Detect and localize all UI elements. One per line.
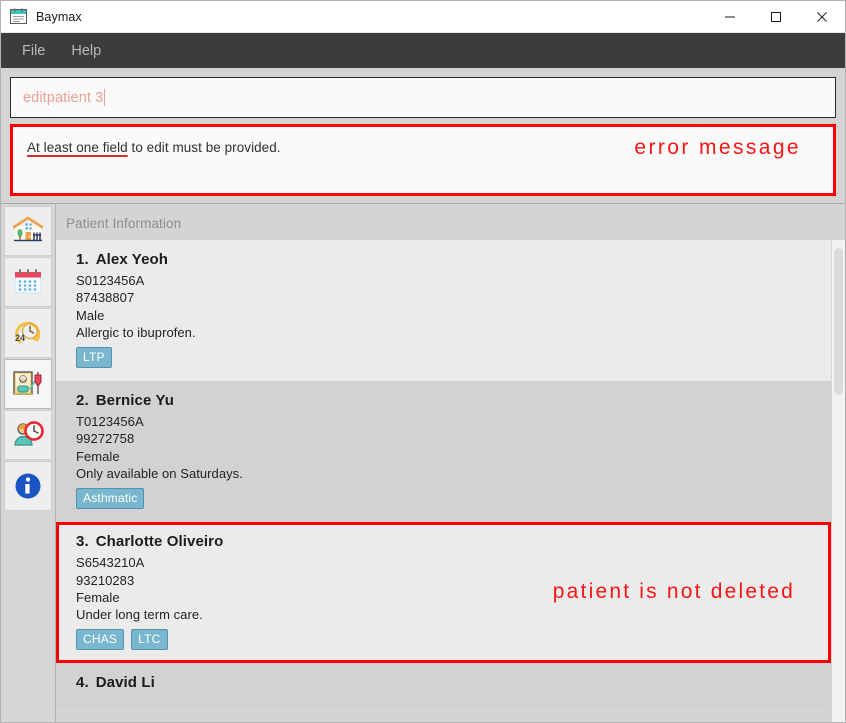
patient-name: 2. Bernice Yu — [76, 392, 817, 409]
command-input-value: editpatient 3 — [23, 89, 104, 106]
doctor-clock-icon — [11, 418, 45, 452]
window-controls — [707, 1, 845, 32]
tag[interactable]: LTP — [76, 347, 112, 369]
patient-gender: Male — [76, 307, 105, 323]
patient-tags: Asthmatic — [76, 488, 817, 510]
patient-name-text: Alex Yeoh — [95, 251, 169, 268]
result-display-box: At least one field to edit must be provi… — [10, 124, 836, 196]
window-title: Baymax — [36, 9, 82, 24]
sidebar: 24 — [1, 204, 56, 722]
patient-remark: Under long term care. — [76, 607, 203, 623]
close-button[interactable] — [799, 1, 845, 32]
command-input[interactable]: editpatient 3 — [10, 77, 836, 118]
tag[interactable]: Asthmatic — [76, 488, 145, 510]
patient-phone: 99272758 — [76, 431, 135, 447]
patient-list: 1. Alex Yeoh S0123456A 87438807 Male Alle… — [56, 240, 845, 722]
list-item[interactable]: 4. David Li — [56, 663, 831, 709]
menu-help[interactable]: Help — [58, 39, 114, 63]
menu-bar: File Help — [1, 33, 845, 68]
patient-index: 2. — [76, 392, 89, 410]
sidebar-item-home[interactable] — [4, 206, 52, 256]
sidebar-item-calendar[interactable] — [4, 257, 52, 307]
patient-name-text: David Li — [95, 674, 155, 692]
scrollbar[interactable] — [832, 240, 845, 722]
patient-index: 4. — [76, 674, 89, 692]
patient-tags: LTP — [76, 347, 817, 369]
patient-bed-drip-icon — [11, 367, 45, 401]
list-item[interactable]: 1. Alex Yeoh S0123456A 87438807 Male Alle… — [56, 240, 831, 382]
patient-name: 4. David Li — [76, 674, 817, 691]
patient-nric: S0123456A — [76, 273, 145, 288]
app-window: Baymax File Help editpatient 3 At least … — [0, 0, 846, 723]
menu-file[interactable]: File — [9, 39, 58, 63]
patient-gender: Female — [76, 448, 120, 464]
page-title: Patient Information — [66, 216, 182, 231]
patient-index: 1. — [76, 251, 89, 268]
text-caret — [104, 89, 106, 106]
result-display-container: At least one field to edit must be provi… — [1, 124, 845, 203]
patient-nric: S6543210A — [76, 555, 145, 571]
sidebar-item-patients[interactable] — [4, 359, 52, 409]
scrollbar-thumb[interactable] — [834, 248, 843, 395]
patient-name: 3. Charlotte Oliveiro — [76, 533, 817, 550]
sidebar-item-information[interactable] — [4, 461, 52, 511]
tag[interactable]: CHAS — [76, 629, 125, 651]
sidebar-item-staff-schedule[interactable] — [4, 410, 52, 460]
svg-text:24: 24 — [15, 333, 25, 343]
patient-nric: T0123456A — [76, 414, 144, 430]
patient-index: 3. — [76, 533, 89, 551]
error-message-underlined: At least one field — [27, 140, 128, 155]
list-item[interactable]: 3. Charlotte Oliveiro S6543210A 93210283 … — [56, 522, 831, 664]
annotation-error-message: error message — [634, 136, 801, 159]
command-box-container: editpatient 3 — [1, 68, 845, 124]
calendar-app-icon — [10, 8, 27, 25]
info-circle-icon — [11, 469, 45, 503]
error-message-text: At least one field to edit must be provi… — [27, 139, 281, 157]
minimize-button[interactable] — [707, 1, 753, 32]
home-clinic-icon — [11, 214, 45, 248]
maximize-button[interactable] — [753, 1, 799, 32]
sidebar-item-24-hours[interactable]: 24 — [4, 308, 52, 358]
patient-name: 1. Alex Yeoh — [76, 251, 817, 268]
patient-phone: 87438807 — [76, 290, 135, 306]
patient-panel: Patient Information 1. Alex Yeoh S0123456… — [56, 204, 845, 722]
tag[interactable]: LTC — [131, 629, 168, 651]
patient-remark: Allergic to ibuprofen. — [76, 324, 196, 340]
patient-name-text: Charlotte Oliveiro — [95, 533, 224, 551]
annotation-patient-not-deleted: patient is not deleted — [552, 579, 795, 603]
patient-name-text: Bernice Yu — [95, 392, 174, 410]
title-bar: Baymax — [1, 1, 845, 33]
clock-24h-icon: 24 — [11, 316, 45, 350]
patient-remark: Only available on Saturdays. — [76, 465, 243, 481]
calendar-icon — [11, 265, 45, 299]
list-item[interactable]: 2. Bernice Yu T0123456A 99272758 Female O… — [56, 381, 831, 523]
main-body: 24 Patient Information 1. Alex Yeoh S012… — [1, 203, 845, 722]
patient-tags: CHAS LTC — [76, 629, 817, 651]
error-message-rest: to edit must be provided. — [127, 140, 281, 155]
